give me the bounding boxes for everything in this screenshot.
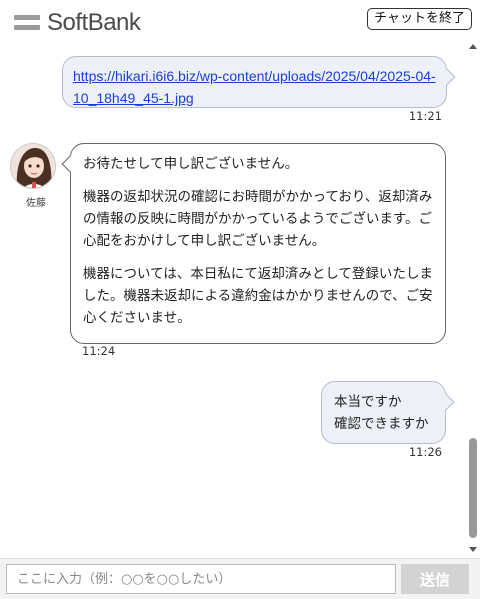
user-message-bubble: 本当ですか 確認できますか <box>321 381 455 444</box>
message-paragraph: お待たせして申し訳ございません。 <box>83 156 299 172</box>
send-button[interactable]: 送信 <box>401 564 469 594</box>
softbank-logo-icon <box>14 13 40 33</box>
bubble-tail <box>438 68 456 86</box>
scroll-up-arrow-icon[interactable] <box>469 44 477 49</box>
end-chat-button[interactable]: チャットを終了 <box>367 8 472 30</box>
logo-text: SoftBank <box>47 9 141 36</box>
image-link[interactable]: https://hikari.i6i6.biz/wp-content/uploa… <box>73 68 436 106</box>
scrollbar-thumb[interactable] <box>469 438 477 538</box>
agent-message-bubble: お待たせして申し訳ございません。 機器の返却状況の確認にお時間がかかっており、返… <box>61 143 446 344</box>
bubble-tail <box>61 155 79 173</box>
bubble-tail <box>437 393 455 411</box>
user-message-bubble: https://hikari.i6i6.biz/wp-content/uploa… <box>62 56 456 108</box>
message-input-bar: 送信 <box>0 558 480 599</box>
chat-header: SoftBank チャットを終了 <box>0 0 480 40</box>
message-timestamp: 11:24 <box>82 344 116 358</box>
message-paragraph: 機器については、本日私にて返却済みとして登録いたしました。機器未返却による違約金… <box>83 266 433 326</box>
message-paragraph: 機器の返却状況の確認にお時間がかかっており、返却済みの情報の反映に時間がかかって… <box>83 189 433 249</box>
agent-name: 佐藤 <box>26 198 46 209</box>
chat-log: https://hikari.i6i6.biz/wp-content/uploa… <box>0 40 466 558</box>
message-input[interactable] <box>6 564 396 594</box>
message-timestamp: 11:21 <box>408 109 442 123</box>
softbank-logo: SoftBank <box>14 9 141 37</box>
message-line: 本当ですか <box>334 394 402 410</box>
message-timestamp: 11:26 <box>408 445 442 459</box>
scroll-down-arrow-icon[interactable] <box>469 547 477 552</box>
agent-avatar <box>10 143 56 189</box>
chat-scrollbar[interactable] <box>466 40 480 556</box>
message-line: 確認できますか <box>334 416 429 432</box>
